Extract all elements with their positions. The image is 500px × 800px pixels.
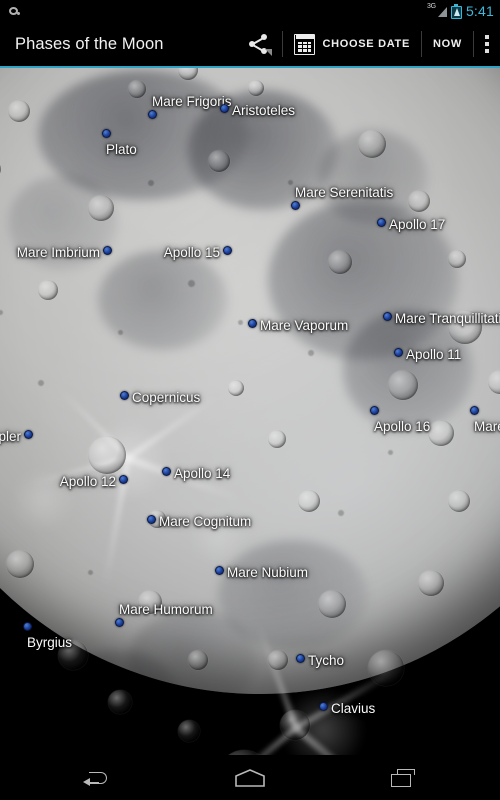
map-feature-label: Mare Imbrium — [16, 245, 100, 260]
map-marker-dot-icon — [114, 618, 124, 627]
moon-map[interactable]: Mare Frigoris Aristoteles Plato Mare Sereni… — [0, 68, 500, 755]
calendar-icon — [294, 33, 316, 55]
map-feature-label: Clavius — [331, 701, 376, 716]
status-bar-notifications — [8, 4, 22, 18]
map-feature-label: Mare Cognitum — [159, 514, 252, 529]
map-marker-dot-icon — [394, 348, 403, 357]
map-marker-dot-icon — [147, 515, 156, 524]
now-label: NOW — [433, 38, 462, 50]
app-root: 3G 5:41 Phases of the Moon CHOOSE DATE N… — [0, 0, 500, 800]
map-marker-dot-icon — [296, 654, 305, 663]
status-bar-clock: 5:41 — [465, 3, 494, 19]
map-feature-label: Apollo 12 — [59, 474, 116, 489]
map-feature-label: Byrgius — [27, 635, 73, 650]
map-marker-dot-icon — [120, 391, 129, 400]
map-feature-label: Apollo 17 — [389, 217, 446, 232]
home-icon — [235, 768, 265, 787]
status-bar: 3G 5:41 — [0, 0, 500, 22]
now-button[interactable]: NOW — [422, 22, 473, 66]
home-button[interactable] — [226, 755, 274, 800]
action-bar-accent-underline — [0, 66, 500, 68]
map-marker-dot-icon — [223, 246, 232, 255]
map-marker-dot-icon — [319, 702, 328, 711]
choose-date-label: CHOOSE DATE — [322, 38, 411, 50]
map-marker-dot-icon — [22, 622, 32, 631]
choose-date-button[interactable]: CHOOSE DATE — [283, 22, 421, 66]
map-feature-label: Mare Humorum — [119, 602, 213, 617]
recents-icon — [391, 768, 417, 788]
map-feature-label: Apollo 16 — [374, 419, 431, 434]
map-marker-dot-icon — [103, 246, 112, 255]
map-marker-dot-icon — [215, 566, 224, 575]
map-feature-label: Mare Nubium — [227, 565, 309, 580]
map-marker-dot-icon — [383, 312, 392, 321]
map-feature-label: Copernicus — [132, 390, 201, 405]
map-marker-dot-icon — [119, 475, 128, 484]
map-marker-dot-icon — [248, 319, 257, 328]
recents-button[interactable] — [380, 755, 428, 800]
action-bar-buttons: CHOOSE DATE NOW — [238, 22, 500, 66]
page-title: Phases of the Moon — [15, 34, 164, 53]
back-button[interactable] — [72, 755, 120, 800]
map-feature-label: Aristoteles — [232, 103, 296, 118]
status-bar-system-icons: 3G 5:41 — [426, 3, 494, 19]
action-bar: Phases of the Moon CHOOSE DATE NOW — [0, 22, 500, 66]
map-feature-label: Kepler — [0, 429, 21, 444]
map-feature-label: Mare Vaporum — [260, 318, 349, 333]
map-feature-label: Mare Tranquillitatis — [395, 311, 500, 326]
moon-surface-image — [0, 68, 500, 755]
map-feature-label: Mare Nectaris — [474, 419, 500, 434]
map-marker-dot-icon — [147, 110, 157, 119]
map-marker-dot-icon — [290, 201, 300, 210]
network-type-label: 3G — [426, 3, 436, 10]
map-marker-dot-icon — [220, 104, 229, 113]
system-navigation-bar — [0, 755, 500, 800]
map-feature-label: Mare Serenitatis — [295, 185, 394, 200]
map-feature-label: Apollo 11 — [406, 347, 462, 362]
map-feature-label: Plato — [106, 142, 137, 157]
battery-charging-icon — [450, 3, 462, 19]
overflow-menu-icon — [485, 35, 489, 53]
back-icon — [83, 770, 109, 786]
map-marker-dot-icon — [24, 430, 33, 439]
map-marker-dot-icon — [162, 467, 171, 476]
map-marker-dot-icon — [369, 406, 379, 415]
map-feature-label: Apollo 14 — [174, 466, 231, 481]
share-icon — [249, 34, 273, 56]
map-marker-dot-icon — [469, 406, 479, 415]
map-feature-label: Apollo 15 — [163, 245, 220, 260]
map-feature-label: Tycho — [308, 653, 345, 668]
map-marker-dot-icon — [377, 218, 386, 227]
app-notification-icon — [8, 4, 22, 18]
share-button[interactable] — [238, 22, 282, 66]
overflow-menu-button[interactable] — [474, 22, 500, 66]
signal-triangle-icon: 3G — [426, 3, 447, 18]
map-marker-dot-icon — [101, 129, 111, 138]
